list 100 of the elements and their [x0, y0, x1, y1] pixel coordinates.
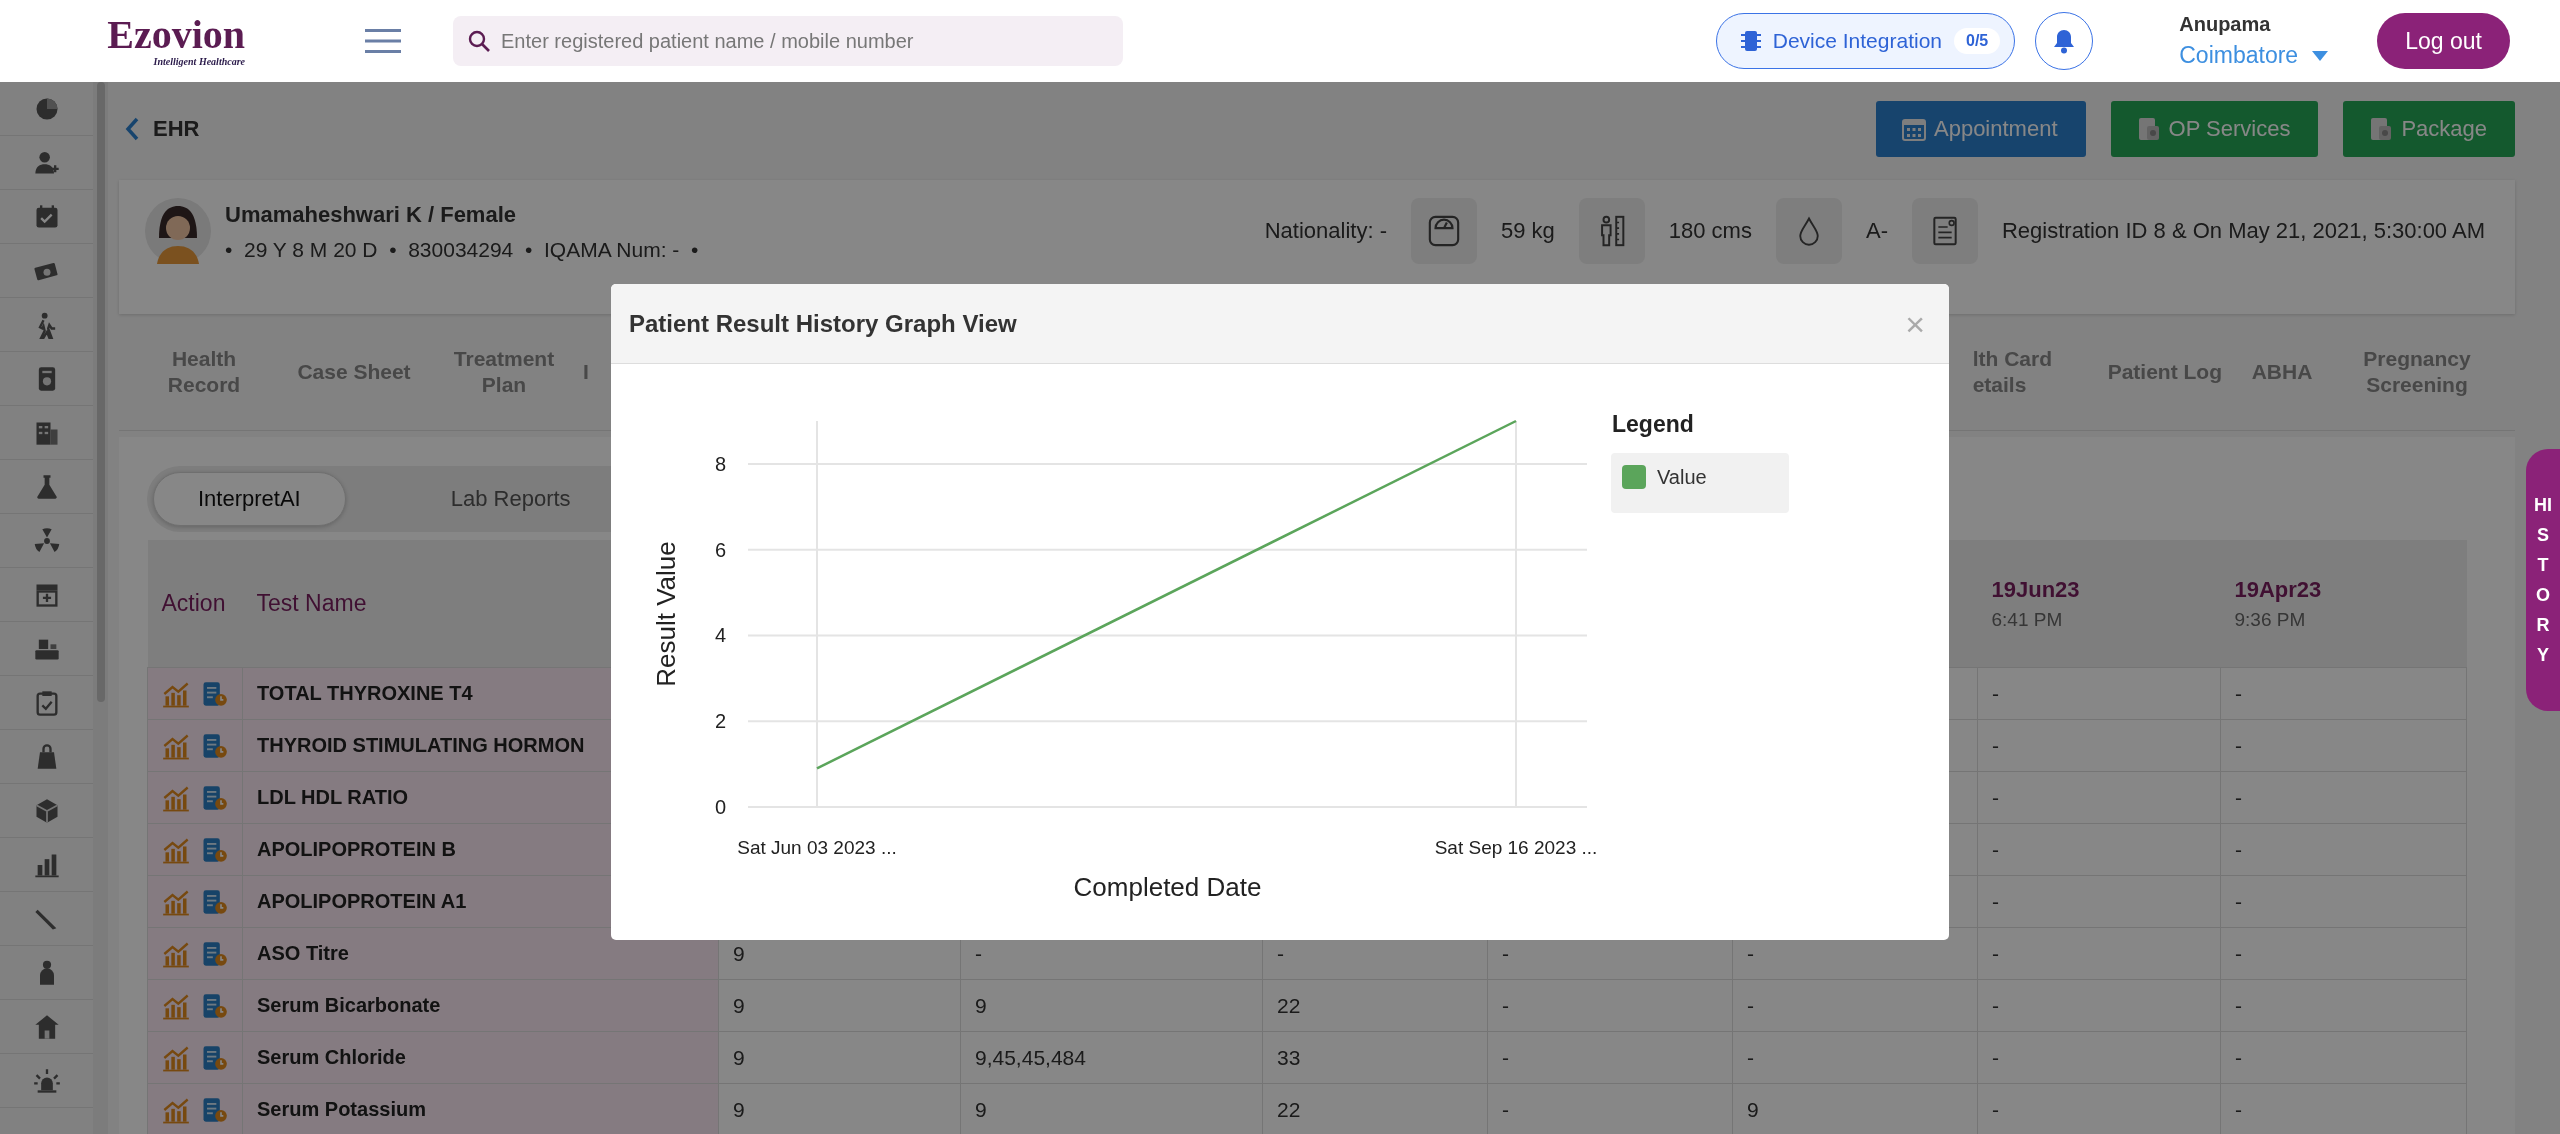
chevron-left-icon: [125, 117, 139, 141]
table-cell: 9: [975, 993, 987, 1017]
menu-icon: [365, 28, 401, 54]
calendar-icon: [1902, 116, 1926, 142]
table-cell: -: [975, 941, 982, 965]
table-cell: 22: [1277, 1097, 1301, 1121]
y-tick-label: 4: [714, 624, 726, 647]
action-button[interactable]: Appointment: [1876, 101, 2086, 157]
lab-tab[interactable]: InterpretAI: [153, 472, 346, 526]
x-tick-label: Sat Jun 03 2023 ...: [737, 837, 897, 858]
user-name: Anupama: [2179, 13, 2272, 36]
table-cell: 9: [975, 1097, 987, 1121]
test-name: APOLIPOPROTEIN A1: [257, 890, 467, 912]
table-cell: -: [1992, 681, 1999, 705]
test-name: Serum Potassium: [257, 1098, 426, 1120]
y-tick-label: 6: [714, 538, 726, 561]
table-cell: 9: [1747, 1097, 1759, 1121]
height: 180 cms: [1668, 218, 1752, 244]
y-tick-label: 2: [714, 710, 726, 733]
action-button[interactable]: OP Services: [2110, 101, 2319, 157]
logout-button[interactable]: Log out: [2377, 13, 2510, 69]
test-name: TOTAL THYROXINE T4: [257, 682, 473, 704]
table-cell: 9: [733, 1097, 745, 1121]
document-icon: [2369, 116, 2394, 142]
logo[interactable]: Ezovion: [107, 15, 245, 55]
table-cell: 33: [1277, 1045, 1301, 1069]
table-cell: -: [2235, 1045, 2242, 1069]
table-cell: 9: [733, 941, 745, 965]
close-button[interactable]: ×: [1905, 306, 1925, 341]
table-cell: -: [1747, 1045, 1754, 1069]
radiation-icon: [32, 526, 61, 555]
x-axis-title: Completed Date: [1073, 872, 1262, 902]
table-cell: -: [1277, 941, 1284, 965]
record-tab[interactable]: Health Record: [139, 345, 269, 399]
record-tab[interactable]: Treatment Plan: [439, 345, 569, 399]
table-cell: -: [1747, 941, 1754, 965]
search-icon: [467, 29, 491, 53]
test-name: APOLIPOPROTEIN B: [257, 838, 456, 860]
column-subheader: 6:41 PM: [1991, 608, 2064, 631]
table-cell: -: [1992, 733, 1999, 757]
record-tab[interactable]: Patient Log: [2107, 358, 2222, 386]
table-cell: -: [1992, 889, 1999, 913]
table-cell: -: [2235, 733, 2242, 757]
table-cell: -: [2235, 681, 2242, 705]
legend-title: Legend: [1612, 411, 1694, 437]
record-tab[interactable]: I: [583, 358, 589, 386]
table-cell: -: [1502, 1045, 1509, 1069]
chip-icon: [1740, 29, 1761, 53]
column-header: Test Name: [256, 590, 367, 616]
table-cell: 22: [1277, 993, 1301, 1017]
test-name: ASO Titre: [257, 942, 349, 964]
table-cell: -: [1992, 1045, 1999, 1069]
y-axis-title: Result Value: [651, 541, 681, 687]
test-name: THYROID STIMULATING HORMON: [257, 734, 585, 756]
action-button[interactable]: Package: [2343, 101, 2515, 157]
table-cell: -: [2235, 889, 2242, 913]
table-cell: 9: [733, 993, 745, 1017]
table-cell: -: [1747, 993, 1754, 1017]
back-link[interactable]: EHR: [119, 116, 200, 142]
table-cell: -: [2235, 785, 2242, 809]
table-cell: -: [2235, 1097, 2242, 1121]
table-cell: -: [1992, 941, 1999, 965]
scale-icon: [1426, 214, 1461, 248]
table-cell: -: [1502, 941, 1509, 965]
test-name: Serum Chloride: [257, 1046, 406, 1068]
bell-icon: [2052, 28, 2077, 54]
search-field[interactable]: Enter registered patient name / mobile number: [453, 16, 1123, 66]
record-tab[interactable]: Case Sheet: [289, 358, 419, 386]
y-tick-label: 0: [714, 796, 726, 818]
table-cell: -: [1992, 837, 1999, 861]
table-cell: 9: [733, 1045, 745, 1069]
y-tick-label: 8: [714, 452, 726, 475]
table-cell: -: [2235, 941, 2242, 965]
table-cell: -: [1992, 1097, 1999, 1121]
patient-name: Umamaheshwari K / Female: [225, 202, 517, 228]
table-cell: -: [1992, 785, 1999, 809]
record-tab[interactable]: ABHA: [2242, 358, 2322, 386]
device-integration-button[interactable]: Device Integration 0/5: [1715, 13, 2016, 69]
legend-label: Value: [1657, 466, 1707, 488]
alarm-light-icon: [32, 1066, 61, 1095]
menu-button[interactable]: [365, 28, 401, 54]
history-tab[interactable]: HISTORY: [2526, 449, 2560, 711]
table-cell: -: [1502, 1097, 1509, 1121]
scrollbar[interactable]: [97, 82, 105, 702]
test-name: LDL HDL RATIO: [257, 786, 409, 808]
modal-title: Patient Result History Graph View: [629, 309, 1017, 338]
table-cell: 9,45,45,484: [975, 1045, 1086, 1069]
table-cell: -: [2235, 993, 2242, 1017]
blood-group: A-: [1865, 218, 1888, 244]
record-tab[interactable]: lth Card etails: [1972, 345, 2088, 399]
column-header: Action: [161, 590, 226, 616]
table-cell: -: [1502, 993, 1509, 1017]
record-tab[interactable]: Pregnancy Screening: [2342, 345, 2492, 399]
location-dropdown[interactable]: Coimbatore: [2179, 42, 2350, 69]
table-cell: -: [1992, 993, 1999, 1017]
x-tick-label: Sat Sep 16 2023 ...: [1434, 837, 1598, 858]
test-name: Serum Bicarbonate: [257, 994, 441, 1016]
logo-tagline: Intelligent Healthcare: [153, 56, 245, 67]
document-icon: [2136, 116, 2161, 142]
count-badge: 0/5: [1954, 28, 2001, 54]
